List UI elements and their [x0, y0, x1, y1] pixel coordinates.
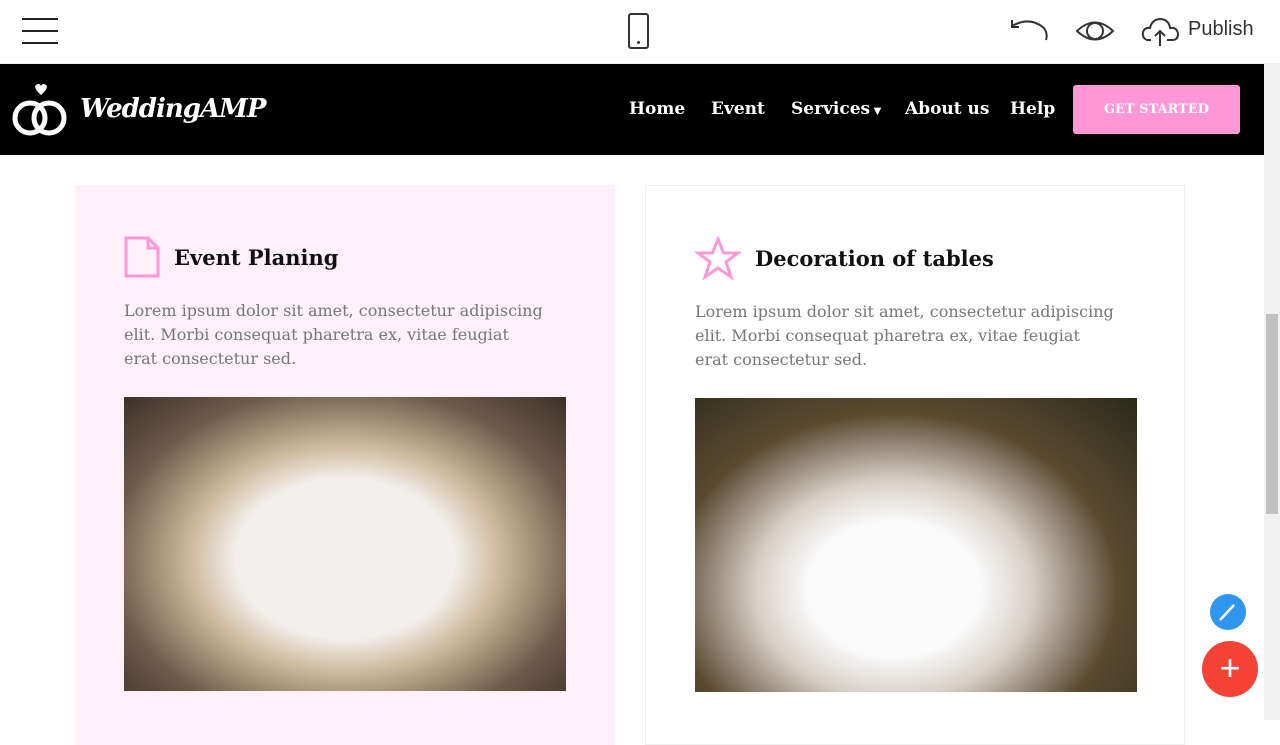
publish-button[interactable]: Publish [1188, 18, 1254, 41]
card-title: Decoration of tables [755, 245, 994, 271]
scrollbar-thumb[interactable] [1266, 314, 1278, 514]
wedding-rings-logo-icon[interactable] [12, 82, 68, 138]
get-started-button[interactable]: GET STARTED [1073, 85, 1240, 134]
undo-icon[interactable] [1008, 14, 1048, 44]
nav-about[interactable]: About us [905, 99, 989, 119]
plus-icon: + [1219, 647, 1241, 688]
edit-brush-button[interactable] [1210, 594, 1246, 630]
nav-services[interactable]: Services ▼ [791, 99, 881, 119]
feature-card: Event Planing Lorem ipsum dolor sit amet… [75, 185, 615, 745]
editor-toolbar: Publish [0, 0, 1280, 64]
feature-card: Decoration of tables Lorem ipsum dolor s… [645, 185, 1185, 745]
file-icon [124, 236, 160, 278]
star-icon [695, 236, 741, 280]
nav-home[interactable]: Home [629, 99, 685, 119]
nav-services-label: Services [791, 99, 871, 119]
site-navbar: WeddingAMP Home Event Services ▼ About u… [0, 64, 1264, 155]
caret-down-icon: ▼ [870, 106, 882, 117]
brand-name[interactable]: WeddingAMP [80, 94, 266, 124]
add-block-button[interactable]: + [1202, 641, 1258, 697]
nav-help[interactable]: Help [1010, 99, 1055, 119]
preview-eye-icon[interactable] [1075, 14, 1115, 48]
mobile-view-icon[interactable] [628, 13, 649, 49]
card-title: Event Planing [174, 244, 339, 270]
nav-event[interactable]: Event [711, 99, 765, 119]
scrollbar[interactable] [1264, 64, 1280, 720]
wedding-cake-image [124, 397, 566, 691]
brush-icon [1219, 604, 1235, 621]
cloud-upload-icon[interactable] [1141, 14, 1181, 48]
bride-bouquet-image [695, 398, 1137, 692]
card-text: Lorem ipsum dolor sit amet, consectetur … [124, 301, 543, 368]
card-text: Lorem ipsum dolor sit amet, consectetur … [695, 302, 1114, 369]
hamburger-menu-icon[interactable] [22, 18, 58, 44]
